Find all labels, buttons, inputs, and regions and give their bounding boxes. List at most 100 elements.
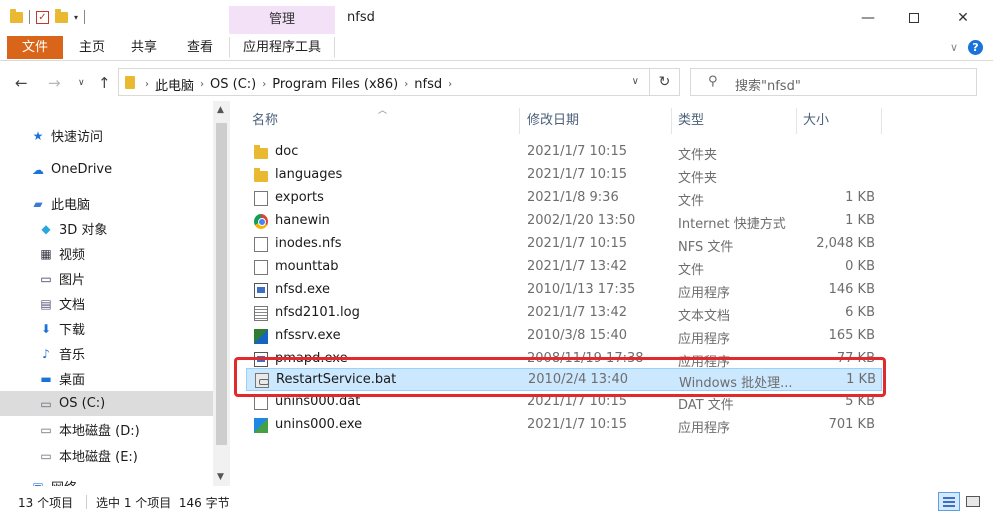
file-name: nfsd.exe (275, 282, 331, 297)
manage-tab[interactable]: 管理 (229, 6, 335, 34)
nav-item-drive-d[interactable]: ▭ 本地磁盘 (D:) (38, 417, 213, 442)
navigation-pane: ★ 快速访问 ☁ OneDrive ▰ 此电脑 ◆ 3D 对象 ▦ 视频 ▭ 图… (0, 101, 232, 486)
close-button[interactable]: ✕ (940, 6, 986, 30)
details-view-button[interactable] (938, 492, 960, 511)
ribbon-controls: ∨ ? (950, 40, 983, 55)
file-row[interactable]: doc 2021/1/7 10:15 文件夹 (246, 141, 882, 164)
file-type: 文件夹 (678, 171, 718, 186)
tab-share[interactable]: 共享 (122, 37, 166, 58)
folder-icon (254, 168, 268, 182)
nav-item-downloads[interactable]: ⬇ 下载 (38, 316, 213, 341)
file-date: 2021/1/7 10:15 (527, 236, 627, 251)
pictures-icon: ▭ (40, 271, 52, 286)
ribbon: 文件 主页 共享 查看 应用程序工具 ∨ ? (0, 34, 993, 61)
tab-app-tools[interactable]: 应用程序工具 (229, 37, 335, 58)
file-name: nfssrv.exe (275, 328, 341, 343)
file-name: languages (275, 167, 343, 182)
breadcrumb-this-pc[interactable]: 此电脑 (155, 75, 194, 94)
nav-item-network[interactable]: ▣ 网络 (30, 474, 213, 487)
expand-ribbon-icon[interactable]: ∨ (950, 41, 958, 54)
column-header-type[interactable]: 类型 (672, 108, 797, 134)
chevron-right-icon[interactable]: › (404, 79, 408, 90)
file-row[interactable]: mounttab 2021/1/7 13:42 文件 0 KB (246, 256, 882, 279)
customize-toolbar-icon[interactable]: ▾ (74, 13, 78, 22)
scroll-up-icon[interactable]: ▲ (217, 105, 224, 115)
nav-item-pictures[interactable]: ▭ 图片 (38, 266, 213, 291)
file-type: Internet 快捷方式 (678, 217, 786, 232)
nav-item-desktop[interactable]: ▬ 桌面 (38, 366, 213, 391)
nav-item-quick-access[interactable]: ★ 快速访问 (30, 123, 213, 148)
recent-locations-icon[interactable]: ∨ (78, 78, 85, 88)
up-arrow-icon[interactable]: ↑ (98, 74, 111, 92)
nav-item-documents[interactable]: ▤ 文档 (38, 291, 213, 316)
column-header-name[interactable]: 名称 (246, 108, 520, 134)
exe-icon (254, 283, 268, 298)
drive-icon: ▭ (40, 422, 52, 437)
file-size: 1 KB (845, 213, 875, 228)
forward-arrow-icon[interactable]: → (48, 74, 61, 92)
file-row[interactable]: hanewin 2002/1/20 13:50 Internet 快捷方式 1 … (246, 210, 882, 233)
maximize-button[interactable] (891, 6, 937, 30)
nav-item-label: OS (C:) (59, 396, 106, 411)
breadcrumb-os-c[interactable]: OS (C:) (210, 77, 256, 92)
file-date: 2021/1/7 13:42 (527, 305, 627, 320)
search-input[interactable]: ⚲ 搜索"nfsd" (690, 68, 977, 96)
column-header-size[interactable]: 大小 (797, 108, 882, 134)
file-row[interactable]: inodes.nfs 2021/1/7 10:15 NFS 文件 2,048 K… (246, 233, 882, 256)
scroll-down-icon[interactable]: ▼ (217, 472, 224, 482)
chrome-icon (254, 214, 268, 229)
highlight-annotation (234, 357, 886, 397)
chevron-down-icon[interactable]: ∨ (632, 76, 639, 87)
file-row[interactable]: nfsd2101.log 2021/1/7 13:42 文本文档 6 KB (246, 302, 882, 325)
large-icons-view-button[interactable] (964, 494, 982, 509)
file-name: inodes.nfs (275, 236, 342, 251)
back-arrow-icon[interactable]: ← (15, 74, 28, 92)
new-folder-icon[interactable] (55, 8, 68, 23)
search-icon: ⚲ (708, 74, 718, 89)
chevron-right-icon[interactable]: › (145, 79, 149, 90)
nav-item-label: 网络 (51, 477, 77, 486)
folder-icon[interactable] (10, 8, 23, 23)
pc-icon: ▰ (33, 196, 43, 211)
tab-view[interactable]: 查看 (176, 37, 224, 58)
refresh-button[interactable]: ↻ (650, 68, 680, 96)
file-row[interactable]: nfssrv.exe 2010/3/8 15:40 应用程序 165 KB (246, 325, 882, 348)
nav-item-os-c[interactable]: ▭ OS (C:) (0, 391, 213, 416)
chevron-right-icon[interactable]: › (262, 79, 266, 90)
details-view-icon (943, 505, 955, 507)
file-row[interactable]: languages 2021/1/7 10:15 文件夹 (246, 164, 882, 187)
file-row[interactable]: exports 2021/1/8 9:36 文件 1 KB (246, 187, 882, 210)
file-row[interactable]: unins000.exe 2021/1/7 10:15 应用程序 701 KB (246, 414, 882, 437)
text-file-icon (254, 306, 268, 321)
maximize-icon (909, 13, 919, 23)
chevron-right-icon[interactable]: › (200, 79, 204, 90)
chevron-right-icon[interactable]: › (448, 79, 452, 90)
tab-file[interactable]: 文件 (7, 36, 63, 59)
nav-item-videos[interactable]: ▦ 视频 (38, 241, 213, 266)
file-size: 0 KB (845, 259, 875, 274)
status-bar: 13 个项目 选中 1 个项目 146 字节 (0, 490, 993, 515)
column-header-date[interactable]: 修改日期 (521, 108, 672, 134)
minimize-button[interactable]: — (845, 6, 891, 30)
file-date: 2010/1/13 17:35 (527, 282, 636, 297)
breadcrumb-program-files[interactable]: Program Files (x86) (272, 77, 398, 92)
file-type: 应用程序 (678, 332, 731, 347)
nav-item-this-pc[interactable]: ▰ 此电脑 (30, 191, 213, 216)
nav-item-3d-objects[interactable]: ◆ 3D 对象 (38, 216, 213, 241)
file-row[interactable]: nfsd.exe 2010/1/13 17:35 应用程序 146 KB (246, 279, 882, 302)
documents-icon: ▤ (40, 296, 52, 311)
breadcrumb-nfsd[interactable]: nfsd (414, 77, 442, 92)
separator (86, 495, 87, 509)
properties-icon[interactable]: ✓ (36, 10, 49, 24)
tab-home[interactable]: 主页 (72, 37, 112, 58)
help-icon[interactable]: ? (968, 40, 983, 55)
breadcrumb: › 此电脑 › OS (C:) › Program Files (x86) › … (145, 75, 452, 94)
nav-item-music[interactable]: ♪ 音乐 (38, 341, 213, 366)
scrollbar-thumb[interactable] (216, 123, 227, 445)
nav-item-onedrive[interactable]: ☁ OneDrive (30, 157, 213, 182)
file-name: exports (275, 190, 324, 205)
nav-item-drive-e[interactable]: ▭ 本地磁盘 (E:) (38, 443, 213, 468)
address-bar[interactable]: › 此电脑 › OS (C:) › Program Files (x86) › … (118, 68, 650, 96)
navigation-scrollbar[interactable]: ▲ ▼ (213, 101, 230, 486)
drive-icon: ▭ (40, 448, 52, 463)
